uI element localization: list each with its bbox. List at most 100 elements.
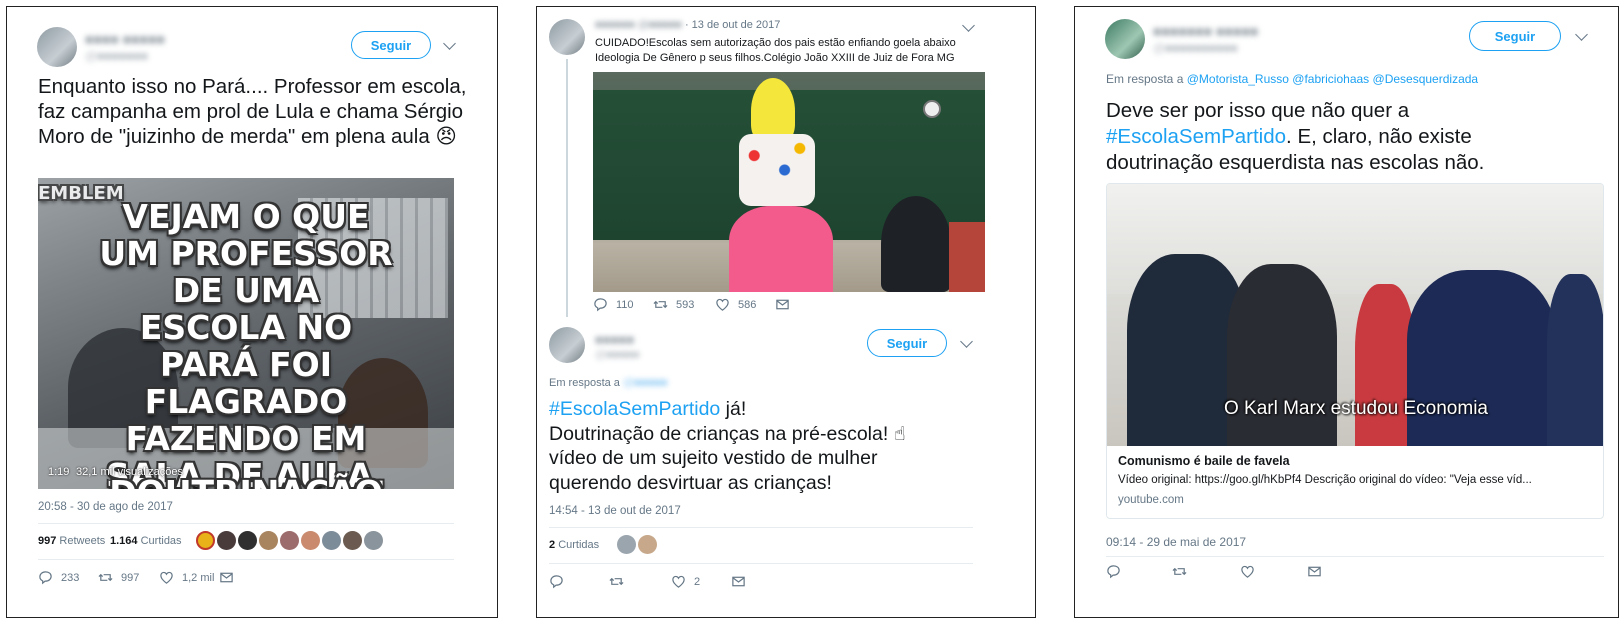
message-action[interactable] xyxy=(775,297,790,312)
likes-label: Curtidas xyxy=(558,539,600,551)
link-card[interactable]: O Karl Marx estudou Economia Comunismo é… xyxy=(1106,183,1604,519)
author-name-blurred[interactable]: ■■■■ ■■■■■ xyxy=(85,31,165,47)
avatar[interactable] xyxy=(322,531,341,550)
follow-button[interactable]: Seguir xyxy=(1469,21,1561,51)
avatar[interactable] xyxy=(238,531,257,550)
avatar[interactable] xyxy=(301,531,320,550)
card-description: Vídeo original: https://goo.gl/hKbPf4 De… xyxy=(1118,474,1532,486)
author-name-blurred[interactable]: ■■■■■■■ ■■■■■ xyxy=(1153,23,1258,39)
like-action[interactable]: 586 xyxy=(715,297,756,312)
wall-clock xyxy=(923,100,941,118)
retweet-icon xyxy=(609,577,624,586)
tweet-text-line3: doutrinação esquerdista nas escolas não. xyxy=(1106,151,1485,174)
divider xyxy=(549,563,973,564)
retweets-stat[interactable]: 997 Retweets xyxy=(38,535,105,547)
tweet-text-line2-rest: . E, claro, não existe xyxy=(1286,125,1472,148)
chevron-down-icon[interactable] xyxy=(1575,28,1588,41)
retweet-action[interactable] xyxy=(1172,564,1187,579)
mention-link[interactable]: @Desesquerdizada xyxy=(1373,72,1479,86)
parent-tweet-text: CUIDADO!Escolas sem autorização dos pais… xyxy=(595,37,956,64)
tweet-timestamp[interactable]: 20:58 - 30 de ago de 2017 xyxy=(38,501,173,513)
message-action[interactable] xyxy=(731,574,746,589)
liker-avatars[interactable] xyxy=(617,535,661,555)
reply-icon xyxy=(1107,565,1120,579)
reply-count: 110 xyxy=(616,298,634,311)
video-player[interactable]: EMBLEM VEJAM O QUE UM PROFESSOR DE UMA E… xyxy=(38,178,454,489)
follow-button[interactable]: Seguir xyxy=(867,329,947,357)
tweet-text-line2: Doutrinação de crianças na pré-escola! ☝ xyxy=(549,422,906,445)
avatar[interactable] xyxy=(37,27,77,67)
tweet-timestamp[interactable]: 09:14 - 29 de mai de 2017 xyxy=(1106,535,1246,549)
message-action[interactable] xyxy=(1307,564,1322,579)
avatar[interactable] xyxy=(280,531,299,550)
heart-icon xyxy=(672,575,685,588)
tweet-timestamp[interactable]: 14:54 - 13 de out de 2017 xyxy=(549,505,681,517)
in-reply-to: Em resposta a @Motorista_Russo @fabricio… xyxy=(1106,72,1478,86)
likes-stat[interactable]: 1.164 Curtidas xyxy=(110,535,182,547)
reply-count: 233 xyxy=(61,571,80,584)
avatar[interactable] xyxy=(343,531,362,550)
hashtag-link[interactable]: #EscolaSemPartido xyxy=(549,398,720,420)
reply-icon xyxy=(550,575,563,589)
video-thumbnail[interactable]: O Karl Marx estudou Economia xyxy=(1107,184,1603,446)
retweet-action[interactable]: 997 xyxy=(98,570,139,585)
in-reply-label: Em resposta a xyxy=(549,377,620,389)
liker-avatars[interactable] xyxy=(196,531,396,551)
follow-button[interactable]: Seguir xyxy=(351,31,431,59)
retweet-icon xyxy=(98,573,113,582)
avatar[interactable] xyxy=(196,531,215,550)
retweet-count: 997 xyxy=(121,571,140,584)
chevron-down-icon[interactable] xyxy=(960,335,973,348)
retweets-count: 997 xyxy=(38,535,57,547)
divider xyxy=(549,527,973,528)
author-handle-blurred: @■■■■■ xyxy=(595,349,640,361)
tweet-text-line3: vídeo de um sujeito vestido de mulher xyxy=(549,447,878,469)
avatar[interactable] xyxy=(638,535,657,554)
likes-stat[interactable]: 2 Curtidas xyxy=(549,539,599,551)
likes-count: 1.164 xyxy=(110,535,138,547)
chevron-down-icon[interactable] xyxy=(443,37,456,50)
mention-link[interactable]: @Motorista_Russo xyxy=(1187,72,1289,86)
avatar[interactable] xyxy=(549,19,585,55)
video-caption: O Karl Marx estudou Economia xyxy=(1223,398,1488,419)
avatar[interactable] xyxy=(617,535,636,554)
heart-icon xyxy=(160,571,173,584)
message-action[interactable] xyxy=(219,570,234,585)
retweet-action[interactable] xyxy=(609,574,624,589)
reply-mention-blurred[interactable]: @■■■■■ xyxy=(623,377,667,389)
author-name-blurred[interactable]: ■■■■■ xyxy=(595,332,634,347)
reply-action[interactable] xyxy=(549,574,564,589)
video-duration: 1:19 xyxy=(48,466,70,478)
video-player[interactable] xyxy=(593,72,985,292)
video-overlay-text: VEJAM O QUE UM PROFESSOR DE UMA ESCOLA N… xyxy=(99,197,393,489)
envelope-icon xyxy=(1308,566,1321,577)
retweet-icon xyxy=(1172,567,1187,576)
reply-action[interactable] xyxy=(1106,564,1121,579)
mention-link[interactable]: @fabriciohaas xyxy=(1292,72,1369,86)
hashtag-link[interactable]: #EscolaSemPartido xyxy=(1106,125,1286,148)
reply-action[interactable]: 110 xyxy=(593,297,634,312)
tweet-card-3: ■■■■■■■ ■■■■■ @■■■■■■■■■■ Seguir Em resp… xyxy=(1074,6,1619,618)
reply-action[interactable]: 233 xyxy=(38,570,79,585)
avatar[interactable] xyxy=(1105,19,1145,59)
envelope-icon xyxy=(732,576,745,587)
like-action[interactable]: 1,2 mil xyxy=(159,570,214,585)
avatar[interactable] xyxy=(549,327,585,363)
like-action[interactable] xyxy=(1240,564,1255,579)
parent-author-blurred[interactable]: ■■■■■■ @■■■■■ xyxy=(595,19,682,31)
avatar[interactable] xyxy=(259,531,278,550)
retweet-action[interactable]: 593 xyxy=(653,297,694,312)
envelope-icon xyxy=(220,572,233,583)
reply-icon xyxy=(39,571,52,585)
card-domain: youtube.com xyxy=(1118,494,1184,506)
like-action[interactable]: 2 xyxy=(671,574,700,589)
parent-tweet-date[interactable]: · 13 de out de 2017 xyxy=(685,19,780,31)
avatar[interactable] xyxy=(217,531,236,550)
heart-icon xyxy=(1241,565,1254,578)
envelope-icon xyxy=(776,299,789,310)
avatar[interactable] xyxy=(364,531,383,550)
retweets-label: Retweets xyxy=(59,535,106,547)
tweet-text: #EscolaSemPartido já! Doutrinação de cri… xyxy=(549,397,1019,495)
video-views: 32,1 mil visualizações xyxy=(76,466,183,478)
chevron-down-icon[interactable] xyxy=(962,19,975,32)
